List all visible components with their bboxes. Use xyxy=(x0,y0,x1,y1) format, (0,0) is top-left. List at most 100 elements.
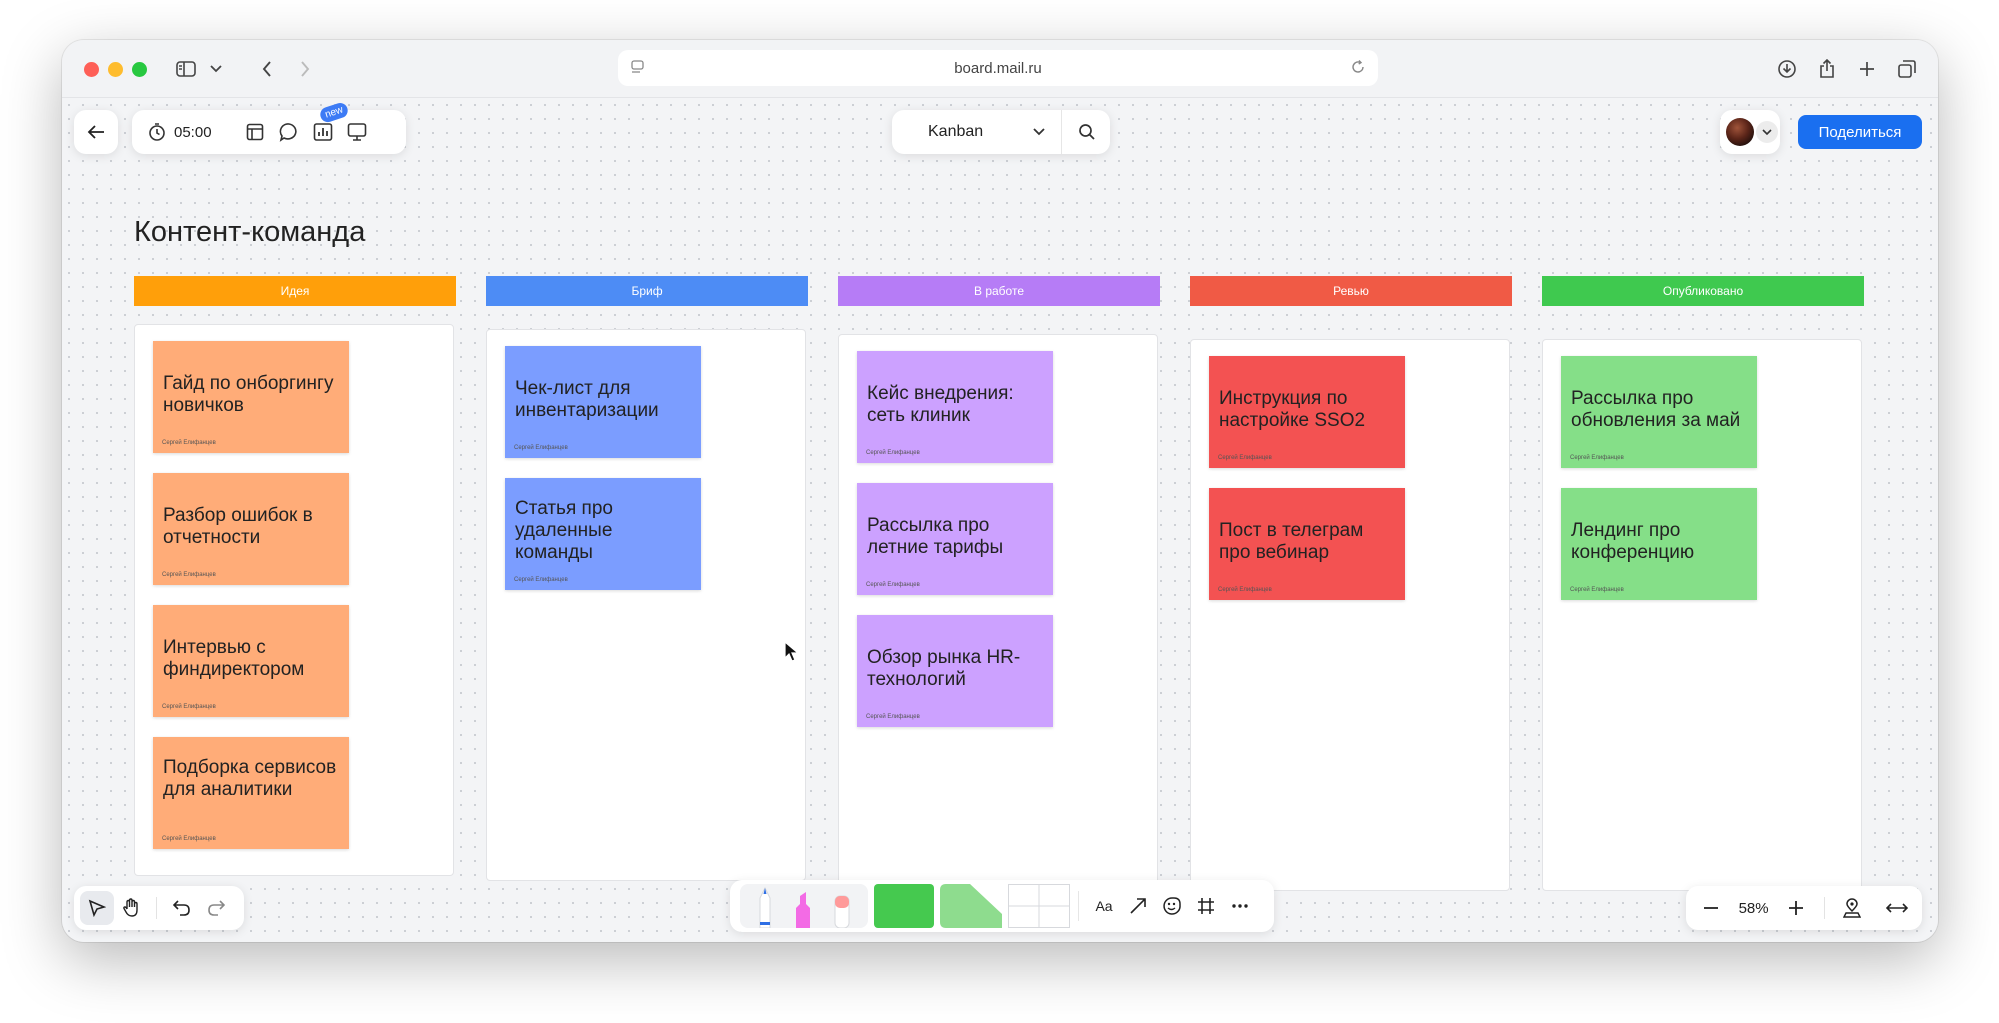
close-window-button[interactable] xyxy=(84,62,99,77)
hand-tool-icon[interactable] xyxy=(114,891,148,925)
user-menu[interactable] xyxy=(1720,110,1780,154)
marker-icon[interactable] xyxy=(791,888,815,928)
tab-overview-icon[interactable] xyxy=(1896,56,1918,82)
sticky-author: Сергей Елифанцев xyxy=(514,445,568,451)
sticky-note[interactable]: Обзор рынка HR-технологий Сергей Елифанц… xyxy=(857,615,1053,727)
sticky-note[interactable]: Подборка сервисов для аналитики Сергей Е… xyxy=(153,737,349,849)
sticky-text: Интервью с финдиректором xyxy=(163,637,305,680)
view-select[interactable]: Kanban xyxy=(892,110,1062,154)
sticky-author: Сергей Елифанцев xyxy=(162,836,216,842)
new-tab-icon[interactable] xyxy=(1856,56,1878,82)
column-header-brief[interactable]: Бриф xyxy=(486,276,808,306)
creation-toolbar: Aa xyxy=(730,880,1274,932)
sticky-note[interactable]: Рассылка про летние тарифы Сергей Елифан… xyxy=(857,483,1053,595)
forward-icon[interactable] xyxy=(296,56,314,82)
sticky-author: Сергей Елифанцев xyxy=(162,572,216,578)
address-bar[interactable]: board.mail.ru xyxy=(618,50,1378,86)
search-icon[interactable] xyxy=(1070,115,1104,149)
sticky-author: Сергей Елифанцев xyxy=(514,577,568,583)
sticky-note[interactable]: Инструкция по настройке SSO2 Сергей Елиф… xyxy=(1209,356,1405,468)
back-button[interactable] xyxy=(74,110,118,154)
redo-icon[interactable] xyxy=(199,891,233,925)
presentation-icon[interactable] xyxy=(340,115,374,149)
more-icon[interactable] xyxy=(1223,889,1257,923)
sticky-author: Сергей Елифанцев xyxy=(866,450,920,456)
board-title[interactable]: Контент-команда xyxy=(134,216,365,249)
pen-icon[interactable] xyxy=(754,886,776,928)
drawing-tools xyxy=(740,884,868,928)
minimize-window-button[interactable] xyxy=(108,62,123,77)
select-tool-icon[interactable] xyxy=(80,891,114,925)
avatar[interactable] xyxy=(1726,118,1754,146)
timer-value[interactable]: 05:00 xyxy=(174,124,238,141)
layout-icon[interactable] xyxy=(238,115,272,149)
sticky-text: Рассылка про обновления за май xyxy=(1571,388,1741,431)
chevron-down-icon[interactable] xyxy=(208,56,224,82)
sticky-author: Сергей Елифанцев xyxy=(162,704,216,710)
sticky-text: Гайд по онборгингу новичков xyxy=(163,373,334,416)
zoom-in-icon[interactable] xyxy=(1779,891,1813,925)
sticky-note[interactable]: Лендинг про конференцию Сергей Елифанцев xyxy=(1561,488,1757,600)
share-button[interactable]: Поделиться xyxy=(1798,115,1922,149)
sticky-note[interactable]: Пост в телеграм про вебинар Сергей Елифа… xyxy=(1209,488,1405,600)
sticky-author: Сергей Елифанцев xyxy=(162,440,216,446)
maximize-window-button[interactable] xyxy=(132,62,147,77)
divider xyxy=(1078,891,1079,921)
zoom-level[interactable]: 58% xyxy=(1739,900,1769,917)
sticky-note[interactable]: Кейс внедрения: сеть клиник Сергей Елифа… xyxy=(857,351,1053,463)
sticky-note[interactable]: Разбор ошибок в отчетности Сергей Елифан… xyxy=(153,473,349,585)
sticky-text: Разбор ошибок в отчетности xyxy=(163,505,313,548)
browser-window: board.mail.ru 05:00 new Kanban Поделитьс… xyxy=(62,40,1938,942)
sticky-author: Сергей Елифанцев xyxy=(866,714,920,720)
table-tool[interactable] xyxy=(1008,884,1070,928)
sticky-text: Инструкция по настройке SSO2 xyxy=(1219,388,1366,431)
sticky-author: Сергей Елифанцев xyxy=(1570,587,1624,593)
column-header-idea[interactable]: Идея xyxy=(134,276,456,306)
sticky-text: Рассылка про летние тарифы xyxy=(867,515,1004,558)
fit-width-icon[interactable] xyxy=(1880,891,1914,925)
reload-icon[interactable] xyxy=(1350,59,1366,79)
column-header-in-progress[interactable]: В работе xyxy=(838,276,1160,306)
column-brief[interactable]: Чек-лист для инвентаризации Сергей Елифа… xyxy=(486,329,806,881)
arrow-tool-icon[interactable] xyxy=(1121,889,1155,923)
view-select-value: Kanban xyxy=(928,123,984,140)
sticky-note[interactable]: Чек-лист для инвентаризации Сергей Елифа… xyxy=(505,346,701,458)
sticky-note[interactable]: Статья про удаленные команды Сергей Елиф… xyxy=(505,478,701,590)
column-header-published[interactable]: Опубликовано xyxy=(1542,276,1864,306)
sticky-note[interactable]: Рассылка про обновления за май Сергей Ел… xyxy=(1561,356,1757,468)
sticky-author: Сергей Елифанцев xyxy=(1218,455,1272,461)
sticky-author: Сергей Елифанцев xyxy=(1218,587,1272,593)
sticky-note[interactable]: Гайд по онборгингу новичков Сергей Елифа… xyxy=(153,341,349,453)
undo-icon[interactable] xyxy=(165,891,199,925)
column-review[interactable]: Инструкция по настройке SSO2 Сергей Елиф… xyxy=(1190,339,1510,891)
sidebar-toggle-icon[interactable] xyxy=(174,56,198,82)
eraser-icon[interactable] xyxy=(830,890,854,928)
frame-icon[interactable] xyxy=(1189,889,1223,923)
sticker-icon[interactable] xyxy=(1155,889,1189,923)
column-header-review[interactable]: Ревью xyxy=(1190,276,1512,306)
shape-tool[interactable] xyxy=(940,884,1002,928)
minimap-pin-icon[interactable] xyxy=(1835,891,1869,925)
column-published[interactable]: Рассылка про обновления за май Сергей Ел… xyxy=(1542,339,1862,891)
column-idea[interactable]: Гайд по онборгингу новичков Сергей Елифа… xyxy=(134,324,454,876)
sticky-author: Сергей Елифанцев xyxy=(866,582,920,588)
sticky-note-tool[interactable] xyxy=(874,884,934,928)
sticky-text: Лендинг про конференцию xyxy=(1571,520,1695,563)
url-text: board.mail.ru xyxy=(954,59,1042,77)
zoom-out-icon[interactable] xyxy=(1694,891,1728,925)
navigation-toolbar xyxy=(74,886,244,930)
sticky-text: Статья про удаленные команды xyxy=(515,498,613,563)
poll-icon[interactable]: new xyxy=(306,100,350,149)
text-tool[interactable]: Aa xyxy=(1087,889,1121,923)
timer-icon[interactable] xyxy=(140,115,174,149)
chevron-down-icon[interactable] xyxy=(1756,121,1778,143)
board-canvas[interactable]: 05:00 new Kanban Поделиться Контент-кома… xyxy=(62,98,1938,942)
sticky-text: Пост в телеграм про вебинар xyxy=(1219,520,1364,563)
column-in-progress[interactable]: Кейс внедрения: сеть клиник Сергей Елифа… xyxy=(838,334,1158,886)
reader-icon[interactable] xyxy=(630,59,646,79)
share-icon[interactable] xyxy=(1816,56,1838,82)
download-icon[interactable] xyxy=(1776,56,1798,82)
back-icon[interactable] xyxy=(258,56,276,82)
sticky-note[interactable]: Интервью с финдиректором Сергей Елифанце… xyxy=(153,605,349,717)
comment-icon[interactable] xyxy=(272,115,306,149)
